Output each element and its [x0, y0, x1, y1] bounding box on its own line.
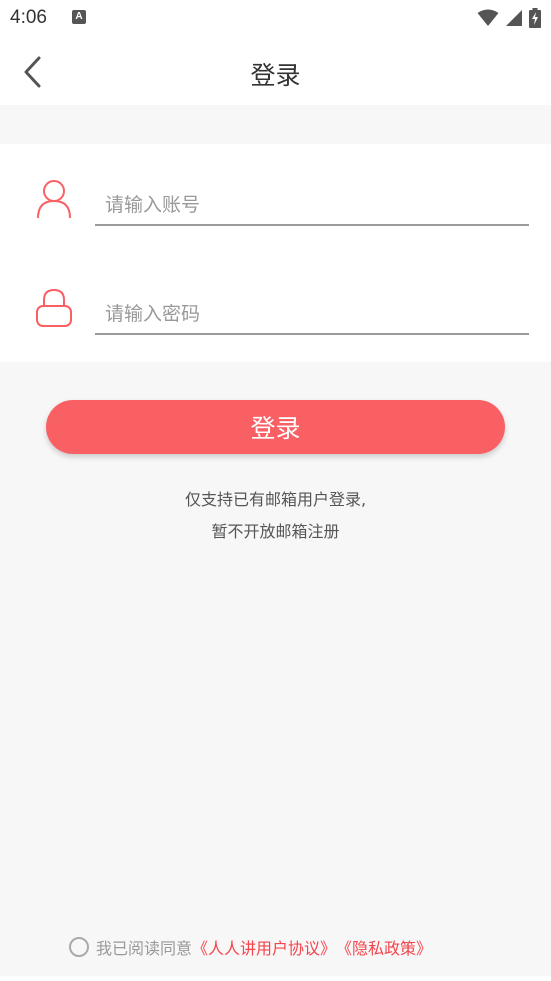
- agree-text: 我已阅读同意: [96, 939, 193, 958]
- bottom-bar: [0, 976, 551, 981]
- login-button[interactable]: 登录: [46, 400, 505, 454]
- nav-bar: 登录: [0, 38, 551, 105]
- signal-icon: [506, 10, 522, 26]
- status-icons: [477, 8, 541, 28]
- wifi-icon: [477, 9, 499, 26]
- status-bar: 4:06 A: [0, 0, 551, 38]
- login-form: [0, 144, 551, 362]
- agree-radio[interactable]: [69, 937, 89, 957]
- privacy-policy-link[interactable]: 《隐私政策》: [336, 935, 432, 959]
- battery-charging-icon: [529, 8, 541, 28]
- lock-icon: [36, 288, 72, 327]
- user-agreement-link[interactable]: 《人人讲用户协议》: [192, 935, 336, 959]
- page-title: 登录: [250, 61, 301, 90]
- notification-badge-icon: A: [72, 10, 86, 24]
- user-icon: [37, 180, 71, 219]
- status-time: 4:06: [10, 7, 47, 28]
- agreement-row: 我已阅读同意 《人人讲用户协议》 《隐私政策》: [69, 936, 432, 958]
- password-input[interactable]: [95, 295, 529, 335]
- account-input[interactable]: [95, 186, 529, 226]
- notice-line-2: 暂不开放邮箱注册: [211, 522, 340, 541]
- notice-line-1: 仅支持已有邮箱用户登录,: [184, 490, 367, 509]
